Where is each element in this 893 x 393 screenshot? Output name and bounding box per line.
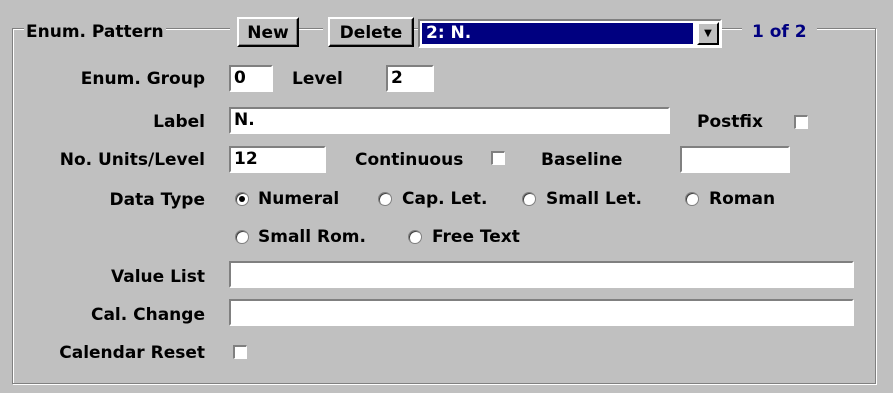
enum-group-input[interactable]: 0: [229, 65, 273, 92]
continuous-checkbox[interactable]: [491, 151, 505, 165]
postfix-checkbox[interactable]: [794, 115, 808, 129]
enum-group-label: Enum. Group: [80, 69, 205, 89]
data-type-numeral-radio[interactable]: [235, 192, 249, 206]
data-type-small-let-label[interactable]: Small Let.: [546, 189, 642, 209]
data-type-small-rom-label[interactable]: Small Rom.: [258, 227, 366, 247]
data-type-numeral-label[interactable]: Numeral: [258, 189, 339, 209]
data-type-small-rom-radio[interactable]: [235, 230, 249, 244]
level-label: Level: [292, 69, 343, 89]
calendar-reset-label: Calendar Reset: [59, 343, 205, 363]
pattern-select-value: 2: N.: [422, 23, 693, 44]
pattern-select[interactable]: 2: N. ▼: [418, 19, 722, 48]
record-counter: 1 of 2: [742, 22, 817, 42]
group-title: Enum. Pattern: [24, 22, 166, 42]
data-type-free-text-label[interactable]: Free Text: [432, 227, 520, 247]
data-type-free-text-radio[interactable]: [408, 230, 422, 244]
data-type-small-let-radio[interactable]: [522, 192, 536, 206]
baseline-label: Baseline: [541, 150, 623, 170]
data-type-cap-let-radio[interactable]: [378, 192, 392, 206]
continuous-label: Continuous: [355, 150, 464, 170]
value-list-input[interactable]: [229, 261, 854, 288]
data-type-label: Data Type: [109, 190, 205, 210]
label-label: Label: [153, 112, 205, 132]
units-per-level-input[interactable]: 12: [229, 146, 326, 173]
level-input[interactable]: 2: [386, 65, 434, 92]
cal-change-input[interactable]: [229, 299, 854, 326]
units-per-level-label: No. Units/Level: [59, 150, 205, 170]
new-button[interactable]: New: [237, 17, 299, 47]
delete-button[interactable]: Delete: [328, 17, 414, 47]
data-type-roman-label[interactable]: Roman: [709, 189, 775, 209]
data-type-roman-radio[interactable]: [685, 192, 699, 206]
postfix-label: Postfix: [697, 112, 763, 132]
calendar-reset-checkbox[interactable]: [233, 345, 247, 359]
value-list-label: Value List: [111, 267, 205, 287]
cal-change-label: Cal. Change: [90, 305, 205, 325]
baseline-input[interactable]: [680, 146, 790, 173]
chevron-down-icon[interactable]: ▼: [697, 22, 719, 45]
data-type-cap-let-label[interactable]: Cap. Let.: [402, 189, 487, 209]
label-input[interactable]: N.: [229, 107, 670, 134]
